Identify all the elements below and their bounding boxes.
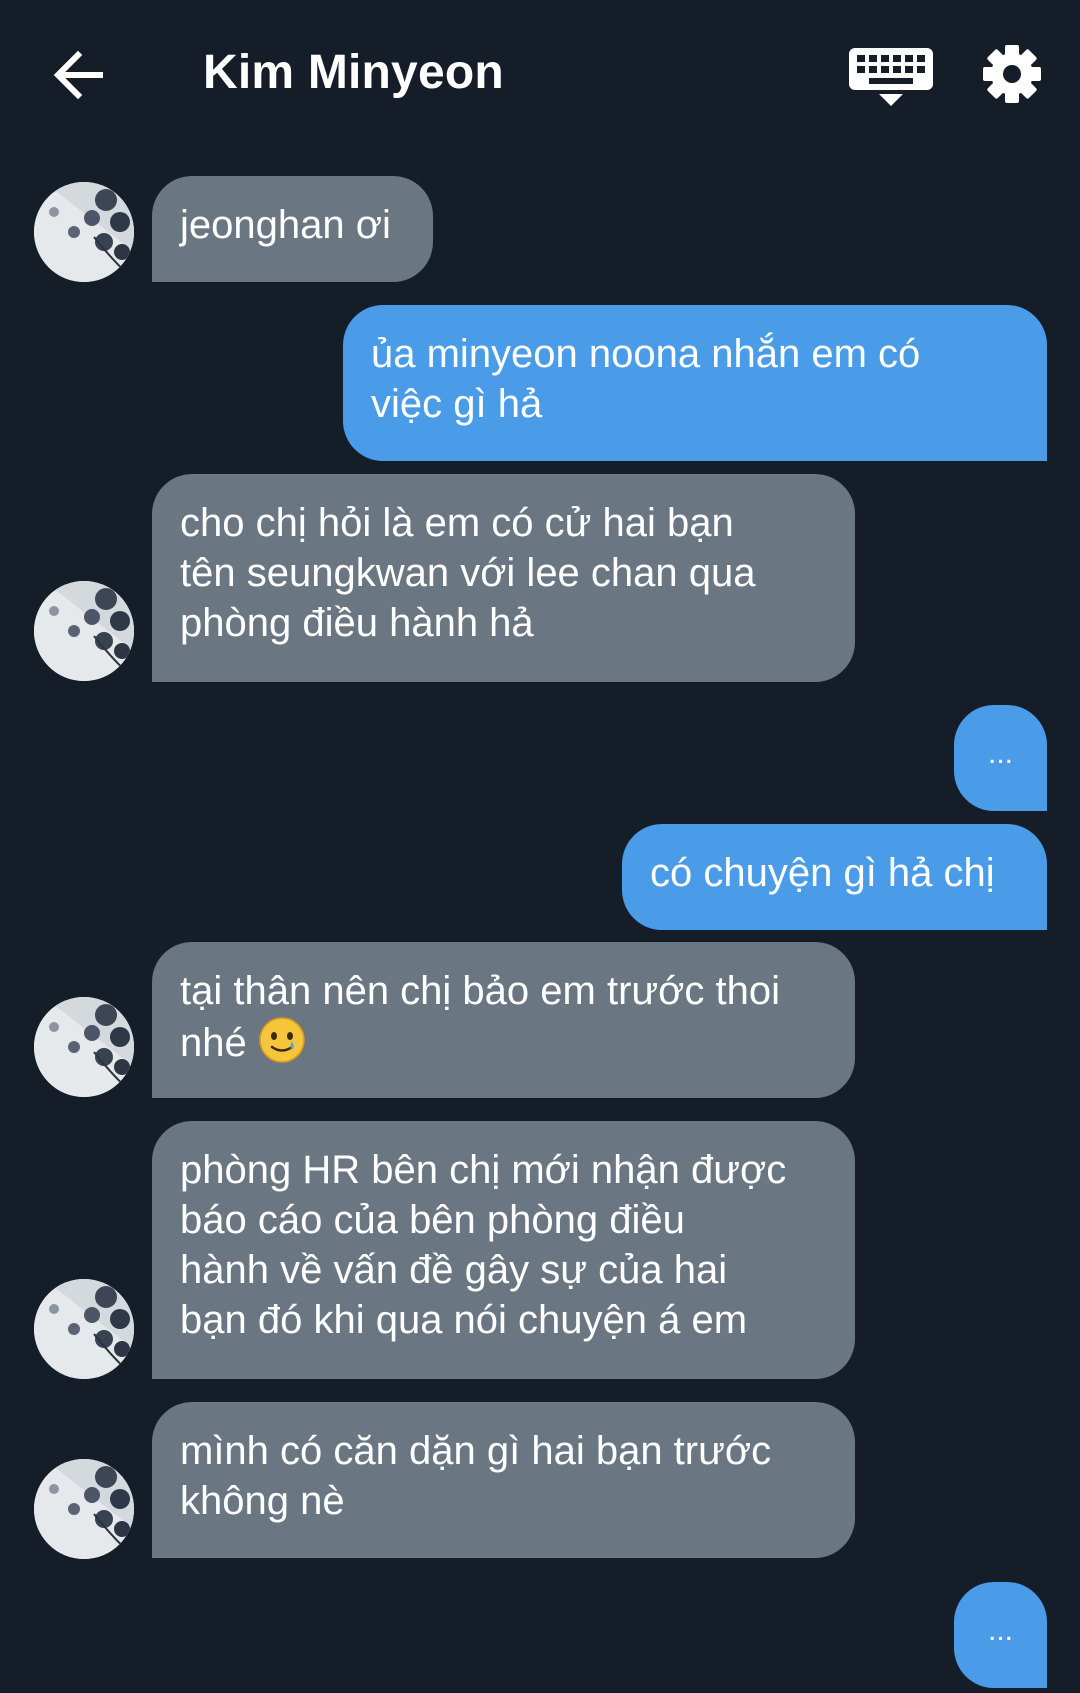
avatar[interactable]	[34, 581, 134, 681]
message-bubble: ...	[954, 1582, 1047, 1688]
message-bubble: có chuyện gì hả chị	[622, 824, 1047, 930]
avatar[interactable]	[34, 1459, 134, 1559]
contact-name: Kim Minyeon	[203, 46, 504, 99]
message-bubble: phòng HR bên chị mới nhận được báo cáo c…	[152, 1121, 855, 1379]
arrow-left-icon[interactable]	[52, 47, 104, 103]
avatar[interactable]	[34, 1279, 134, 1379]
keyboard-icon[interactable]	[845, 46, 937, 108]
smiling-face-with-tear-emoji	[259, 1017, 305, 1063]
avatar[interactable]	[34, 182, 134, 282]
message-bubble: tại thân nên chị bảo em trước thoi nhé	[152, 942, 855, 1098]
chat-header: Kim Minyeon	[0, 0, 1080, 150]
message-bubble: cho chị hỏi là em có cử hai bạn tên seun…	[152, 474, 855, 682]
avatar[interactable]	[34, 997, 134, 1097]
message-bubble: ...	[954, 705, 1047, 811]
gear-icon[interactable]	[982, 43, 1042, 105]
message-bubble: jeonghan ơi	[152, 176, 433, 282]
message-bubble: ủa minyeon noona nhắn em có việc gì hả	[343, 305, 1047, 461]
message-bubble: mình có căn dặn gì hai bạn trước không n…	[152, 1402, 855, 1558]
